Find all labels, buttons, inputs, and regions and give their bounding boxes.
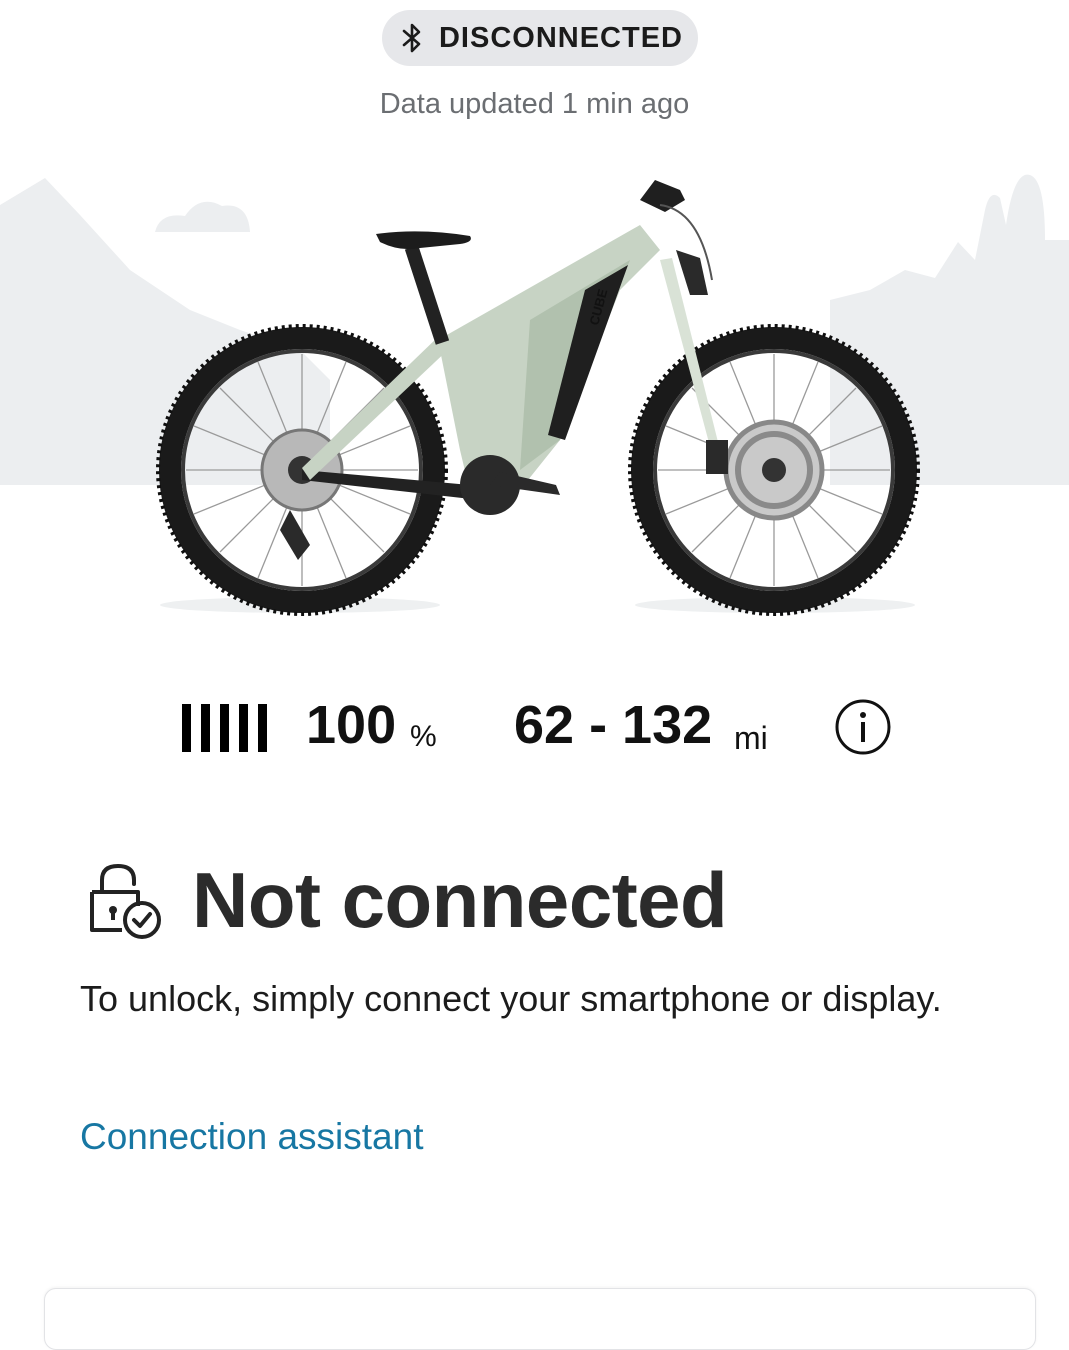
battery-bars-icon: [182, 704, 267, 754]
e-bike-illustration: CUBE: [0, 150, 1069, 630]
bike-frame: [280, 180, 813, 560]
connection-assistant-link[interactable]: Connection assistant: [80, 1116, 423, 1158]
battery-unit: %: [410, 720, 437, 753]
bottom-card: [44, 1288, 1036, 1350]
lock-check-icon: [90, 863, 161, 939]
range-unit: mi: [734, 720, 768, 756]
unlock-description: To unlock, simply connect your smartphon…: [80, 978, 942, 1019]
bluetooth-icon: [402, 23, 421, 53]
not-connected-title: Not connected: [192, 856, 728, 944]
data-updated-text: Data updated 1 min ago: [379, 88, 690, 120]
connection-status-label: DISCONNECTED: [438, 21, 683, 54]
battery-percentage: 100: [306, 695, 397, 755]
info-icon[interactable]: [834, 698, 892, 756]
connection-status-badge: DISCONNECTED: [382, 10, 698, 66]
battery-range-stats: 100 % 62 - 132 mi: [0, 690, 1069, 770]
range-value: 62 - 132: [514, 695, 713, 755]
front-wheel: [628, 324, 920, 616]
bike-scene: CUBE: [0, 174, 1069, 616]
